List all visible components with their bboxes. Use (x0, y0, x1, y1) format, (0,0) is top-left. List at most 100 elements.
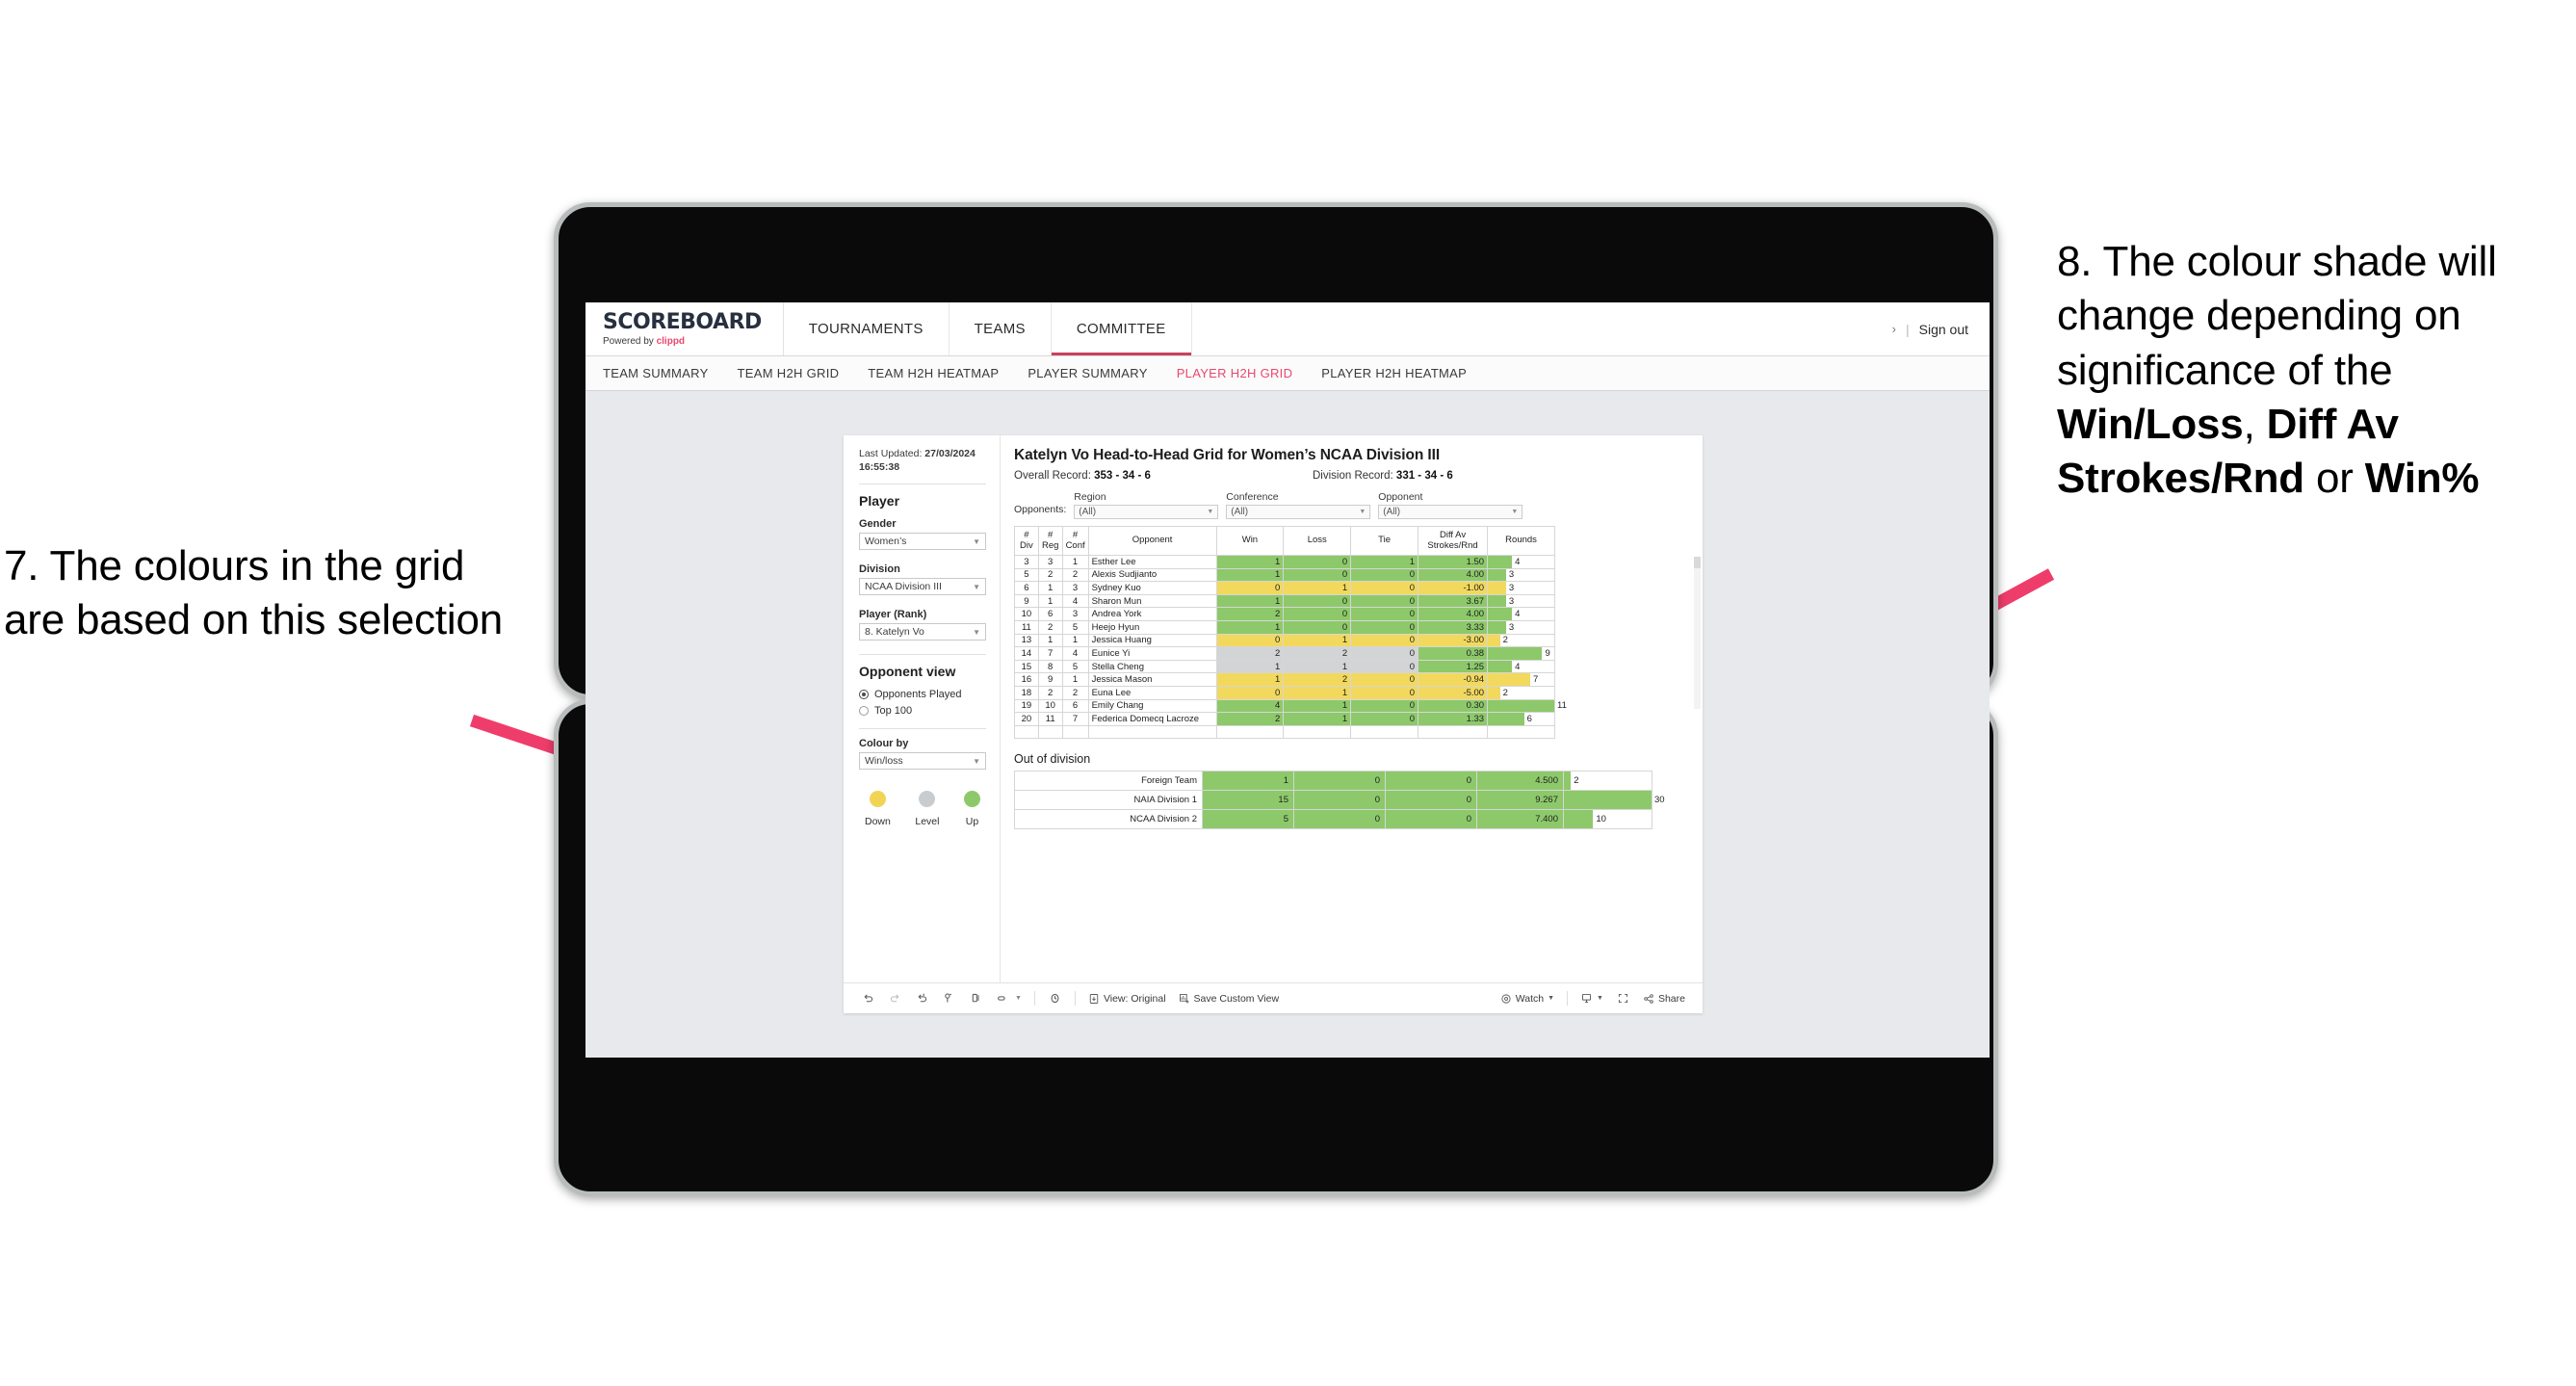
revert-icon[interactable] (915, 991, 929, 1006)
chevron-down-icon: ▼ (1207, 509, 1214, 515)
chevron-down-icon[interactable]: ▼ (1015, 995, 1022, 1002)
cell-opponent: Jessica Mason (1087, 672, 1217, 687)
chevron-down-icon: ▼ (973, 582, 980, 591)
filter-select[interactable]: (All) ▼ (1226, 505, 1371, 519)
table-row[interactable]: 11 2 5 Heejo Hyun 1 0 0 3.33 3 (1014, 619, 1555, 635)
radio-opponents-played[interactable]: Opponents Played (859, 689, 986, 700)
cell-loss: 0 (1283, 567, 1352, 583)
cell-diff: 1.33 (1417, 712, 1489, 726)
filter-select[interactable]: (All) ▼ (1074, 505, 1219, 519)
device-preview-button[interactable]: ▼ (1580, 992, 1603, 1005)
cell-tie: 0 (1350, 567, 1418, 583)
cell-rounds: 10 (1563, 809, 1652, 830)
share-button[interactable]: Share (1643, 993, 1685, 1005)
subnav-item-team-h2h-grid[interactable]: TEAM H2H GRID (738, 366, 840, 380)
dashboard-sheet: Last Updated: 27/03/2024 16:55:38 Player… (844, 435, 1703, 1013)
table-row[interactable]: 14 7 4 Eunice Yi 2 2 0 0.38 9 (1014, 646, 1555, 661)
cell-conf: 6 (1061, 698, 1089, 714)
cell-tie: 0 (1350, 672, 1418, 687)
filter-select[interactable]: (All) ▼ (1378, 505, 1523, 519)
cell-tie: 0 (1350, 712, 1418, 726)
filter-label: Region (1074, 491, 1106, 503)
h2h-grid-wrapper: # Div # Reg # Conf Opponent Win Loss Tie Di… (1014, 526, 1701, 740)
colour-by-value: Win/loss (865, 755, 903, 768)
view-original-button[interactable]: View: Original (1088, 993, 1166, 1005)
cell-reg: 10 (1037, 698, 1063, 714)
subnav-item-player-h2h-heatmap[interactable]: PLAYER H2H HEATMAP (1321, 366, 1467, 380)
section-heading-opponent-view: Opponent view (859, 664, 956, 680)
table-row[interactable]: 15 8 5 Stella Cheng 1 1 0 1.25 4 (1014, 659, 1555, 674)
table-row[interactable]: 6 1 3 Sydney Kuo 0 1 0 -1.00 3 (1014, 581, 1555, 595)
out-of-division-body: Foreign Team 1 0 0 4.500 2 NAIA Division 1 15 0 0… (1014, 771, 1665, 830)
legend-item-up: Up (964, 791, 980, 827)
out-of-division-row[interactable]: NAIA Division 1 15 0 0 9.267 30 (1014, 790, 1665, 811)
table-row[interactable]: 9 1 4 Sharon Mun 1 0 0 3.67 3 (1014, 593, 1555, 609)
cell-loss: 1 (1283, 698, 1352, 714)
table-row[interactable]: 20 11 7 Federica Domecq Lacroze 2 1 0 1.33 6 (1014, 712, 1555, 726)
app-topbar: SCOREBOARD Powered by clippd TOURNAMENTS… (585, 302, 1990, 356)
colour-by-select[interactable]: Win/loss ▼ (859, 752, 986, 771)
topnav-item-tournaments[interactable]: TOURNAMENTS (784, 302, 950, 355)
cell-loss: 0 (1293, 790, 1386, 811)
radio-top-100[interactable]: Top 100 (859, 705, 986, 717)
cell-diff: 7.400 (1476, 809, 1564, 830)
sign-out-link[interactable]: Sign out (1919, 322, 1968, 337)
subnav-item-player-h2h-grid[interactable]: PLAYER H2H GRID (1177, 366, 1293, 380)
table-row[interactable]: 16 9 1 Jessica Mason 1 2 0 -0.94 7 (1014, 672, 1555, 687)
brand-logo[interactable]: SCOREBOARD Powered by clippd (585, 302, 784, 355)
refresh-icon[interactable] (942, 991, 956, 1006)
clock-icon[interactable] (1048, 991, 1062, 1006)
cell-tie: 0 (1350, 607, 1418, 621)
highlight-icon[interactable] (996, 991, 1010, 1006)
topbar-right: › | Sign out (1892, 302, 1990, 355)
cell-opponent: Esther Lee (1087, 555, 1217, 569)
table-row[interactable]: 19 10 6 Emily Chang 4 1 0 0.30 11 (1014, 698, 1567, 714)
chevron-down-icon: ▼ (973, 756, 980, 766)
grid-header: # Div # Reg # Conf Opponent Win Loss Tie Di… (1014, 526, 1555, 556)
pause-icon[interactable] (969, 991, 983, 1006)
table-row[interactable]: 5 2 2 Alexis Sudjianto 1 0 0 4.00 3 (1014, 567, 1555, 583)
subnav-item-player-summary[interactable]: PLAYER SUMMARY (1028, 366, 1147, 380)
cell-tie: 0 (1350, 593, 1418, 609)
fullscreen-icon[interactable] (1616, 991, 1630, 1006)
cell-tie: 0 (1385, 771, 1477, 792)
cell-diff: 0.30 (1417, 698, 1489, 714)
topnav-item-teams[interactable]: TEAMS (950, 302, 1052, 355)
filter-label: Conference (1226, 491, 1279, 503)
subnav-item-team-h2h-heatmap[interactable]: TEAM H2H HEATMAP (868, 366, 999, 380)
table-row[interactable]: 3 3 1 Esther Lee 1 0 1 1.50 4 (1014, 555, 1555, 569)
table-row[interactable]: 13 1 1 Jessica Huang 0 1 0 -3.00 2 (1014, 633, 1555, 648)
grid-scrollbar-track[interactable] (1694, 557, 1701, 709)
out-of-division-row[interactable]: Foreign Team 1 0 0 4.500 2 (1014, 771, 1652, 792)
table-row[interactable]: 18 2 2 Euna Lee 0 1 0 -5.00 2 (1014, 685, 1555, 700)
col-rounds: Rounds (1487, 526, 1555, 556)
toolbar-divider (1074, 991, 1076, 1006)
grid-scrollbar-thumb[interactable] (1694, 557, 1701, 568)
cell-label: NAIA Division 1 (1014, 790, 1203, 811)
table-row[interactable]: 10 6 3 Andrea York 2 0 0 4.00 4 (1014, 607, 1555, 621)
cell-tie: 0 (1350, 646, 1418, 661)
gender-select[interactable]: Women’s ▼ (859, 533, 986, 551)
cell-conf: 2 (1061, 685, 1089, 700)
player-rank-select[interactable]: 8. Katelyn Vo ▼ (859, 623, 986, 641)
division-record: Division Record: 331 - 34 - 6 (1313, 470, 1453, 482)
cell-win: 4 (1215, 698, 1285, 714)
rounds-value: 3 (1508, 595, 1515, 607)
rounds-value: 2 (1502, 635, 1508, 646)
subnav-item-team-summary[interactable]: TEAM SUMMARY (603, 366, 709, 380)
topnav-item-committee[interactable]: COMMITTEE (1051, 302, 1192, 355)
cell-conf: 1 (1061, 555, 1089, 569)
out-of-division-row[interactable]: NCAA Division 2 5 0 0 7.400 10 (1014, 809, 1652, 830)
watch-button[interactable]: Watch ▼ (1500, 993, 1554, 1005)
cell-conf: 5 (1061, 619, 1089, 635)
redo-icon[interactable] (888, 991, 902, 1006)
cell-rounds: 2 (1487, 685, 1555, 700)
save-custom-view-button[interactable]: Save Custom View (1179, 993, 1279, 1005)
brand-name: SCOREBOARD (603, 309, 762, 334)
expand-chevron-icon[interactable]: › (1892, 322, 1896, 336)
app-screen: SCOREBOARD Powered by clippd TOURNAMENTS… (585, 302, 1990, 1058)
division-select[interactable]: NCAA Division III ▼ (859, 578, 986, 596)
cell-conf: 7 (1061, 712, 1089, 726)
legend-item-down: Down (865, 791, 891, 827)
undo-icon[interactable] (861, 991, 875, 1006)
